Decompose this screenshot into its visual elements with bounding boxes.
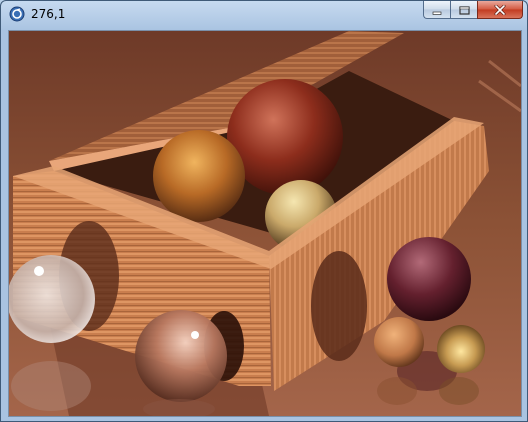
maximize-icon xyxy=(458,1,470,19)
render-viewport[interactable] xyxy=(8,30,522,417)
minimize-icon xyxy=(432,1,442,19)
box-hole-right xyxy=(311,251,367,361)
app-icon[interactable] xyxy=(9,6,25,22)
caption-buttons xyxy=(423,1,523,21)
raytraced-scene xyxy=(9,31,521,416)
app-window: 276,1 xyxy=(0,0,528,422)
copper-sphere-highlight xyxy=(191,331,199,339)
close-icon xyxy=(494,1,506,19)
glass-sphere-highlight xyxy=(34,266,44,276)
purple-wood-sphere xyxy=(387,237,471,321)
window-title: 276,1 xyxy=(31,7,66,21)
minimize-button[interactable] xyxy=(423,1,450,19)
glass-sphere-reflection xyxy=(11,361,91,411)
small-sphere-reflection xyxy=(377,377,417,405)
gold-sphere-reflection xyxy=(439,377,479,405)
copper-sphere xyxy=(135,310,227,402)
gold-sphere xyxy=(437,325,485,373)
glass-sphere xyxy=(9,255,95,343)
maximize-button[interactable] xyxy=(450,1,477,19)
small-wood-sphere xyxy=(374,317,424,367)
close-button[interactable] xyxy=(477,1,523,19)
title-bar[interactable]: 276,1 xyxy=(1,1,527,29)
orange-wood-sphere xyxy=(153,130,245,222)
